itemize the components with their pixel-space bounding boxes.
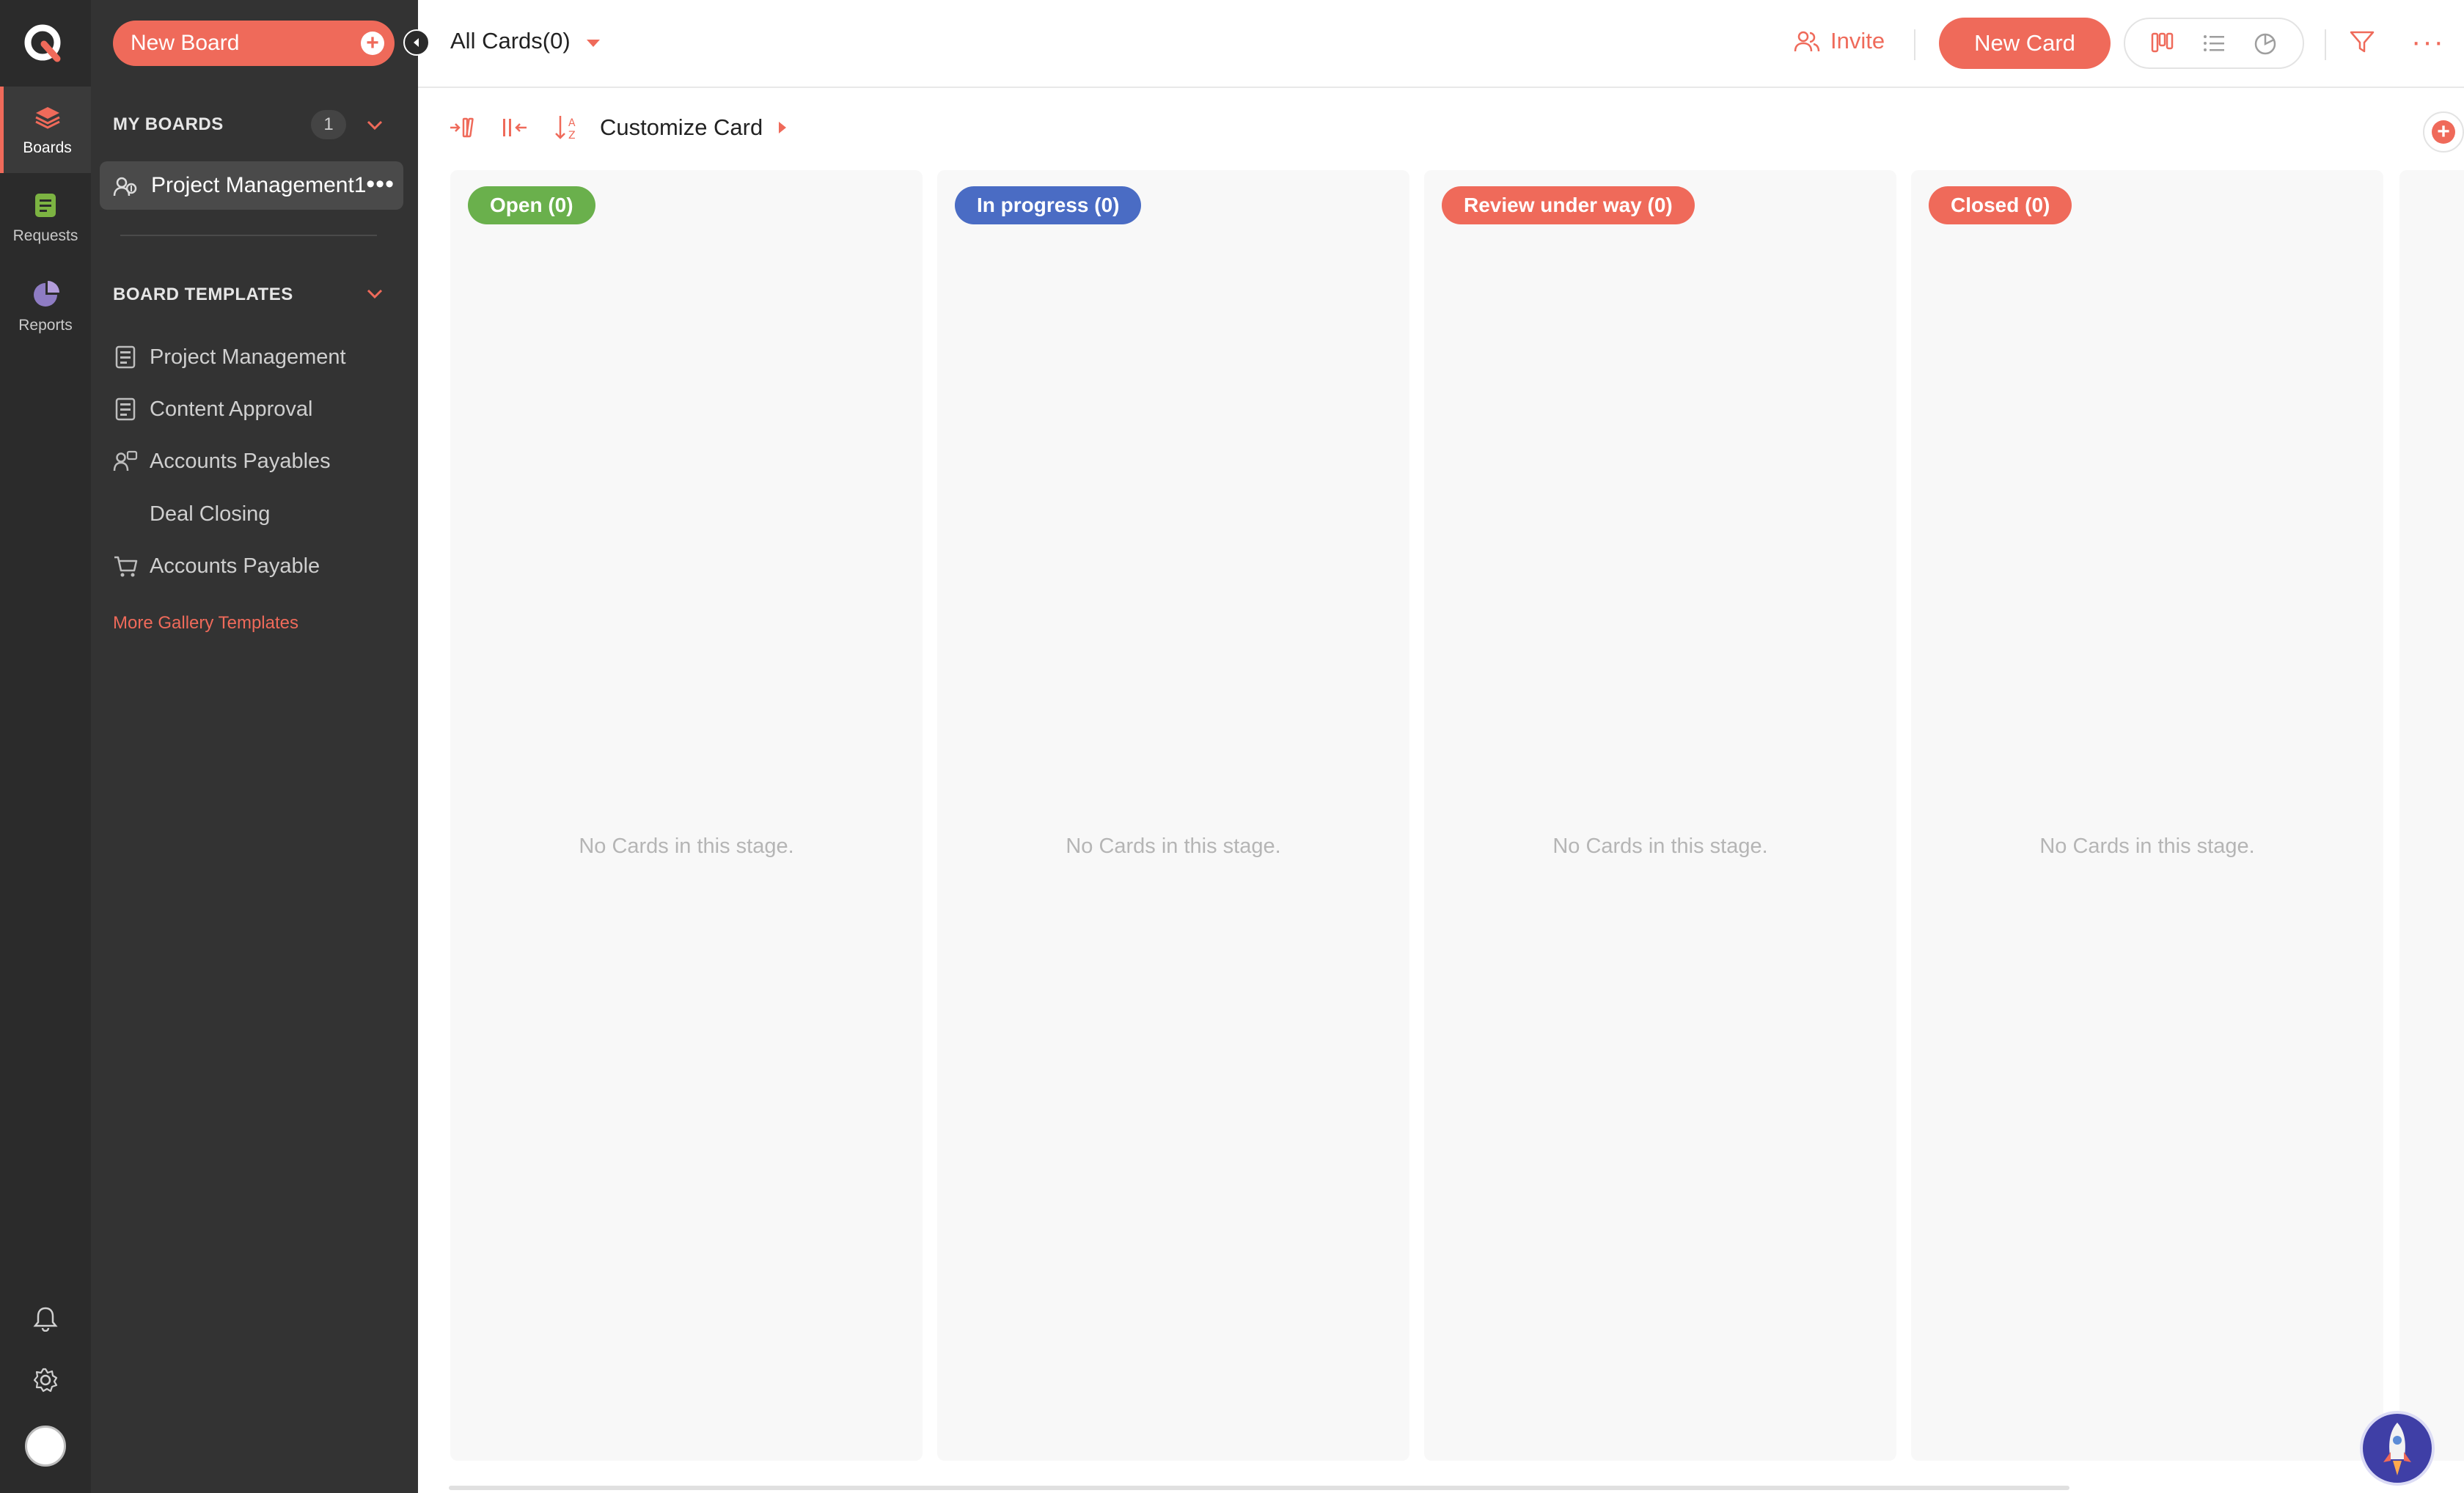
gear-icon (33, 1368, 58, 1393)
new-board-button[interactable]: New Board + (113, 21, 395, 66)
people-money-icon (113, 449, 138, 474)
bell-icon (33, 1307, 58, 1332)
all-cards-label: All Cards(0) (450, 28, 571, 54)
template-accounts-payables[interactable]: Accounts Payables (113, 443, 331, 480)
boards-panel: New Board + MY BOARDS 1 Project Manageme… (91, 0, 418, 1493)
more-options-icon[interactable]: ··· (2411, 27, 2445, 56)
filter-icon[interactable] (2348, 28, 2376, 56)
rail-item-label: Reports (18, 317, 73, 334)
collapse-panel-button[interactable] (403, 29, 430, 56)
my-boards-count-badge: 1 (311, 110, 346, 139)
board-options-icon[interactable]: ••• (366, 170, 395, 199)
rocket-icon (2383, 1423, 2411, 1475)
board-templates-heading: BOARD TEMPLATES (113, 285, 293, 304)
layers-icon (33, 103, 62, 132)
board-toolbar: A Z Customize Card (418, 89, 2464, 166)
stage-empty-message: No Cards in this stage. (579, 834, 794, 858)
more-gallery-templates-link[interactable]: More Gallery Templates (113, 613, 298, 634)
top-bar: All Cards(0) Invite New Card ··· (418, 0, 2464, 88)
avatar[interactable] (25, 1426, 66, 1467)
caret-right-icon (779, 122, 787, 133)
chevron-down-icon[interactable] (365, 285, 384, 304)
svg-text:Z: Z (568, 130, 576, 142)
app-rail: Boards Requests Reports (0, 0, 91, 1493)
template-label: Deal Closing (150, 502, 271, 526)
expand-columns-icon[interactable] (447, 111, 480, 144)
template-label: Accounts Payables (150, 449, 331, 473)
rocket-helper-button[interactable] (2360, 1411, 2435, 1486)
template-accounts-payable[interactable]: Accounts Payable (113, 548, 320, 584)
blank-icon (113, 502, 138, 527)
stage-tag[interactable]: Closed (0) (1929, 186, 2072, 224)
template-content-approval[interactable]: Content Approval (113, 391, 312, 428)
template-label: Accounts Payable (150, 554, 320, 578)
stage-column-review-under-way: Review under way (0) No Cards in this st… (1424, 170, 1896, 1461)
view-switcher (2124, 18, 2304, 69)
caret-down-icon (586, 40, 600, 47)
my-boards-heading: MY BOARDS (113, 114, 224, 134)
app-logo-icon[interactable] (22, 22, 66, 66)
panel-divider (120, 235, 377, 236)
stage-empty-message: No Cards in this stage. (1066, 834, 1281, 858)
chevron-down-icon[interactable] (365, 116, 384, 135)
stage-column-partial (2399, 170, 2464, 1461)
plus-icon: + (361, 32, 384, 55)
plus-icon: + (2432, 120, 2455, 144)
toolbar-separator (2325, 29, 2326, 60)
collapse-columns-icon[interactable] (499, 111, 531, 144)
sort-icon[interactable]: A Z (551, 111, 584, 144)
board-item-project-management1[interactable]: Project Management1 ••• (100, 161, 403, 210)
toolbar-separator (1914, 29, 1915, 60)
all-cards-dropdown[interactable]: All Cards(0) (450, 28, 600, 54)
rail-item-label: Requests (12, 227, 78, 244)
cart-icon (113, 554, 138, 579)
form-icon (113, 345, 138, 370)
template-label: Project Management (150, 345, 346, 369)
settings-button[interactable] (0, 1367, 91, 1393)
document-icon (31, 191, 60, 220)
new-card-button[interactable]: New Card (1939, 18, 2111, 69)
board-item-label: Project Management1 (151, 173, 367, 197)
form-icon (113, 397, 138, 422)
users-icon (1794, 31, 1820, 52)
user-menu[interactable] (0, 1426, 91, 1467)
svg-text:A: A (568, 117, 576, 129)
kanban-view-icon[interactable] (2149, 30, 2176, 56)
stage-tag[interactable]: Open (0) (468, 186, 595, 224)
new-board-label: New Board (131, 31, 240, 55)
stage-empty-message: No Cards in this stage. (1552, 834, 1768, 858)
stage-tag[interactable]: In progress (0) (955, 186, 1142, 224)
list-view-icon[interactable] (2201, 30, 2227, 56)
chevron-left-icon (414, 38, 419, 47)
stage-column-open: Open (0) No Cards in this stage. (450, 170, 923, 1461)
customize-card-label: Customize Card (600, 114, 763, 140)
template-label: Content Approval (150, 397, 313, 421)
template-project-management[interactable]: Project Management (113, 339, 346, 375)
notifications-button[interactable] (0, 1305, 91, 1332)
pie-chart-icon (31, 280, 60, 309)
stage-column-closed: Closed (0) No Cards in this stage. (1911, 170, 2383, 1461)
rail-item-reports[interactable]: Reports (0, 264, 91, 351)
report-view-icon[interactable] (2252, 30, 2278, 56)
stage-tag[interactable]: Review under way (0) (1442, 186, 1695, 224)
invite-button[interactable]: Invite (1794, 28, 1885, 54)
template-deal-closing[interactable]: Deal Closing (113, 496, 270, 532)
horizontal-scrollbar[interactable] (449, 1486, 2069, 1490)
rail-item-label: Boards (23, 139, 72, 156)
invite-label: Invite (1830, 28, 1885, 54)
people-money-icon (113, 177, 137, 197)
rail-item-boards[interactable]: Boards (0, 87, 91, 173)
add-stage-button[interactable]: + (2423, 111, 2464, 153)
stage-empty-message: No Cards in this stage. (2039, 834, 2255, 858)
stage-column-in-progress: In progress (0) No Cards in this stage. (937, 170, 1409, 1461)
rail-item-requests[interactable]: Requests (0, 175, 91, 261)
customize-card-button[interactable]: Customize Card (600, 114, 787, 141)
